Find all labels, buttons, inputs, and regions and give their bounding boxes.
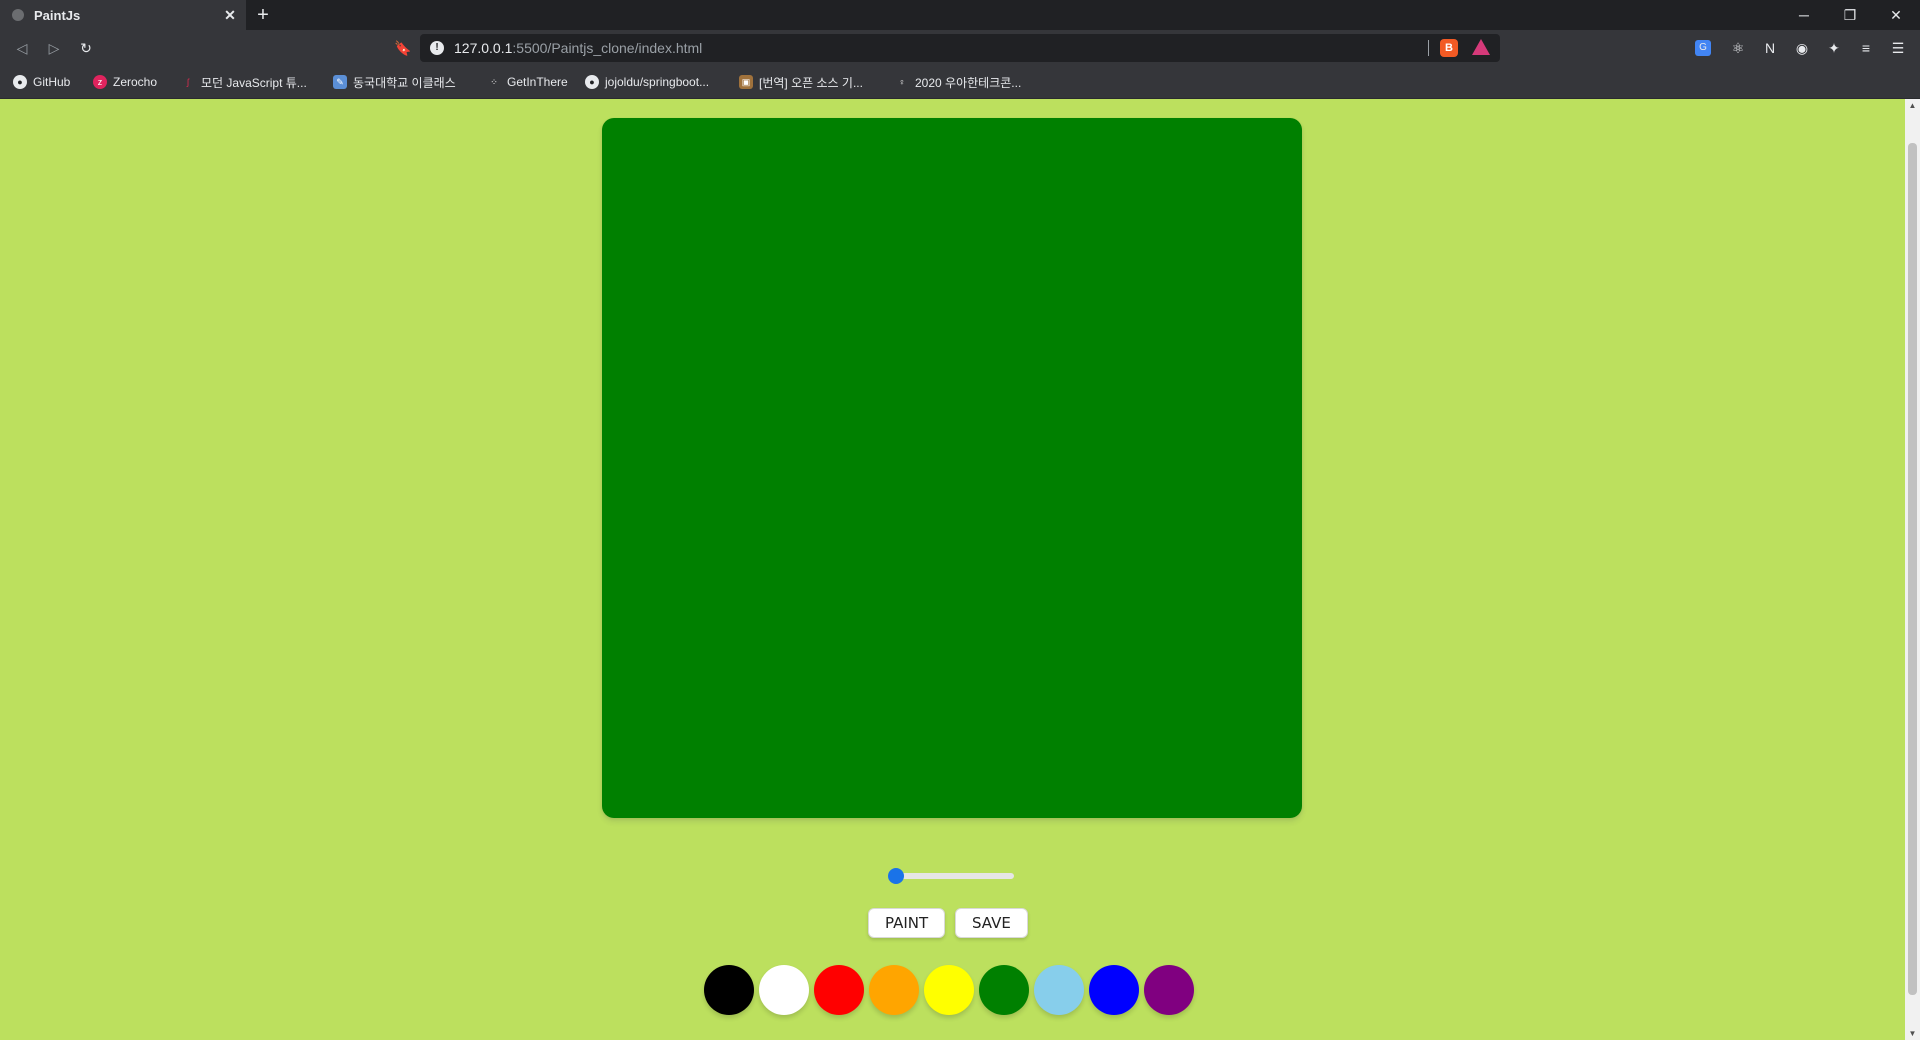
bookmark-label: 모던 JavaScript 튜... (201, 75, 307, 90)
page-content: PAINT SAVE (0, 99, 1905, 1040)
save-button[interactable]: SAVE (955, 908, 1028, 938)
bookmark-item[interactable]: ● GitHub (13, 74, 70, 90)
color-swatch[interactable] (924, 965, 974, 1015)
close-window-button[interactable]: ✕ (1873, 0, 1919, 30)
paint-mode-button[interactable]: PAINT (868, 908, 946, 938)
bookmark-label: 동국대학교 이클래스 (353, 75, 456, 90)
url-text[interactable]: 127.0.0.1:5500/Paintjs_clone/index.html (454, 40, 702, 56)
page-scrollbar[interactable]: ▲ ▼ (1905, 99, 1920, 1040)
bookmark-icon[interactable]: 🔖 (394, 39, 412, 57)
color-swatch[interactable] (704, 965, 754, 1015)
article-icon: ▣ (739, 75, 753, 89)
brave-shields-icon[interactable]: B (1440, 39, 1458, 57)
reading-list-icon[interactable]: ≡ (1856, 38, 1876, 58)
github-icon: ● (585, 75, 599, 89)
tab-strip: PaintJs ✕ + ─ ❐ ✕ (0, 0, 1920, 30)
site-info-icon[interactable]: ! (430, 41, 444, 55)
scrollbar-thumb[interactable] (1908, 143, 1917, 995)
notion-extension-icon[interactable]: N (1760, 38, 1780, 58)
color-swatch[interactable] (869, 965, 919, 1015)
url-path: :5500/Paintjs_clone/index.html (512, 40, 703, 56)
bookmark-item[interactable]: ʃ 모던 JavaScript 튜... (181, 74, 307, 90)
color-swatch[interactable] (814, 965, 864, 1015)
brave-rewards-icon[interactable] (1472, 39, 1490, 55)
bookmark-item[interactable]: ● jojoldu/springboot... (585, 74, 709, 90)
bookmark-label: [번역] 오픈 소스 기... (759, 75, 863, 90)
bookmark-label: Zerocho (113, 75, 158, 89)
slider-thumb[interactable] (888, 868, 904, 884)
tab-close-icon[interactable]: ✕ (220, 7, 240, 24)
javascript-info-icon: ʃ (187, 77, 189, 87)
color-swatch[interactable] (1034, 965, 1084, 1015)
tab-paintjs[interactable]: PaintJs ✕ (0, 0, 246, 30)
paint-canvas[interactable] (602, 118, 1302, 818)
address-separator (1428, 40, 1429, 56)
extensions-puzzle-icon[interactable]: ✦ (1824, 38, 1844, 58)
record-extension-icon[interactable]: ◉ (1792, 38, 1812, 58)
color-swatch[interactable] (1144, 965, 1194, 1015)
color-swatch[interactable] (979, 965, 1029, 1015)
url-host: 127.0.0.1 (454, 40, 513, 56)
back-icon[interactable]: ◁ (12, 38, 32, 58)
woowa-icon: ♀ (898, 77, 906, 87)
zerocho-icon: z (93, 75, 107, 89)
reload-icon[interactable]: ↻ (76, 38, 96, 58)
bookmark-label: GetInThere (507, 75, 568, 89)
react-devtools-icon[interactable]: ⚛ (1728, 38, 1748, 58)
forward-icon[interactable]: ▷ (44, 38, 64, 58)
scroll-down-icon[interactable]: ▼ (1908, 1029, 1917, 1038)
restore-button[interactable]: ❐ (1827, 0, 1873, 30)
tab-title: PaintJs (34, 7, 81, 23)
bookmark-item[interactable]: ▣ [번역] 오픈 소스 기... (739, 74, 863, 90)
menu-icon[interactable]: ☰ (1888, 38, 1908, 58)
address-bar[interactable]: 🔖 ! 127.0.0.1:5500/Paintjs_clone/index.h… (394, 34, 1500, 62)
bookmark-label: 2020 우아한테크콘... (915, 75, 1022, 90)
color-swatch[interactable] (759, 965, 809, 1015)
bookmarks-bar: ● GitHub z Zerocho ʃ 모던 JavaScript 튜... ✎ 동국… (0, 66, 1920, 99)
bookmark-item[interactable]: ♀ 2020 우아한테크콘... (895, 74, 1022, 90)
brush-size-slider[interactable] (888, 868, 1014, 884)
getinthere-icon: ⁘ (490, 77, 498, 87)
bookmark-label: jojoldu/springboot... (605, 75, 710, 89)
globe-icon (12, 9, 24, 21)
bookmark-item[interactable]: ⁘ GetInThere (487, 74, 568, 90)
scroll-up-icon[interactable]: ▲ (1908, 101, 1917, 110)
bookmark-item[interactable]: z Zerocho (93, 74, 157, 90)
bookmark-item[interactable]: ✎ 동국대학교 이클래스 (333, 74, 456, 90)
translate-extension-icon[interactable]: G (1695, 40, 1711, 56)
browser-toolbar: ◁ ▷ ↻ 🔖 ! 127.0.0.1:5500/Paintjs_clone/i… (0, 30, 1920, 66)
new-tab-button[interactable]: + (251, 3, 275, 27)
github-icon: ● (13, 75, 27, 89)
bookmark-label: GitHub (33, 75, 71, 89)
color-swatch[interactable] (1089, 965, 1139, 1015)
minimize-button[interactable]: ─ (1781, 0, 1827, 30)
color-palette (704, 965, 1199, 1015)
eclass-icon: ✎ (333, 75, 347, 89)
